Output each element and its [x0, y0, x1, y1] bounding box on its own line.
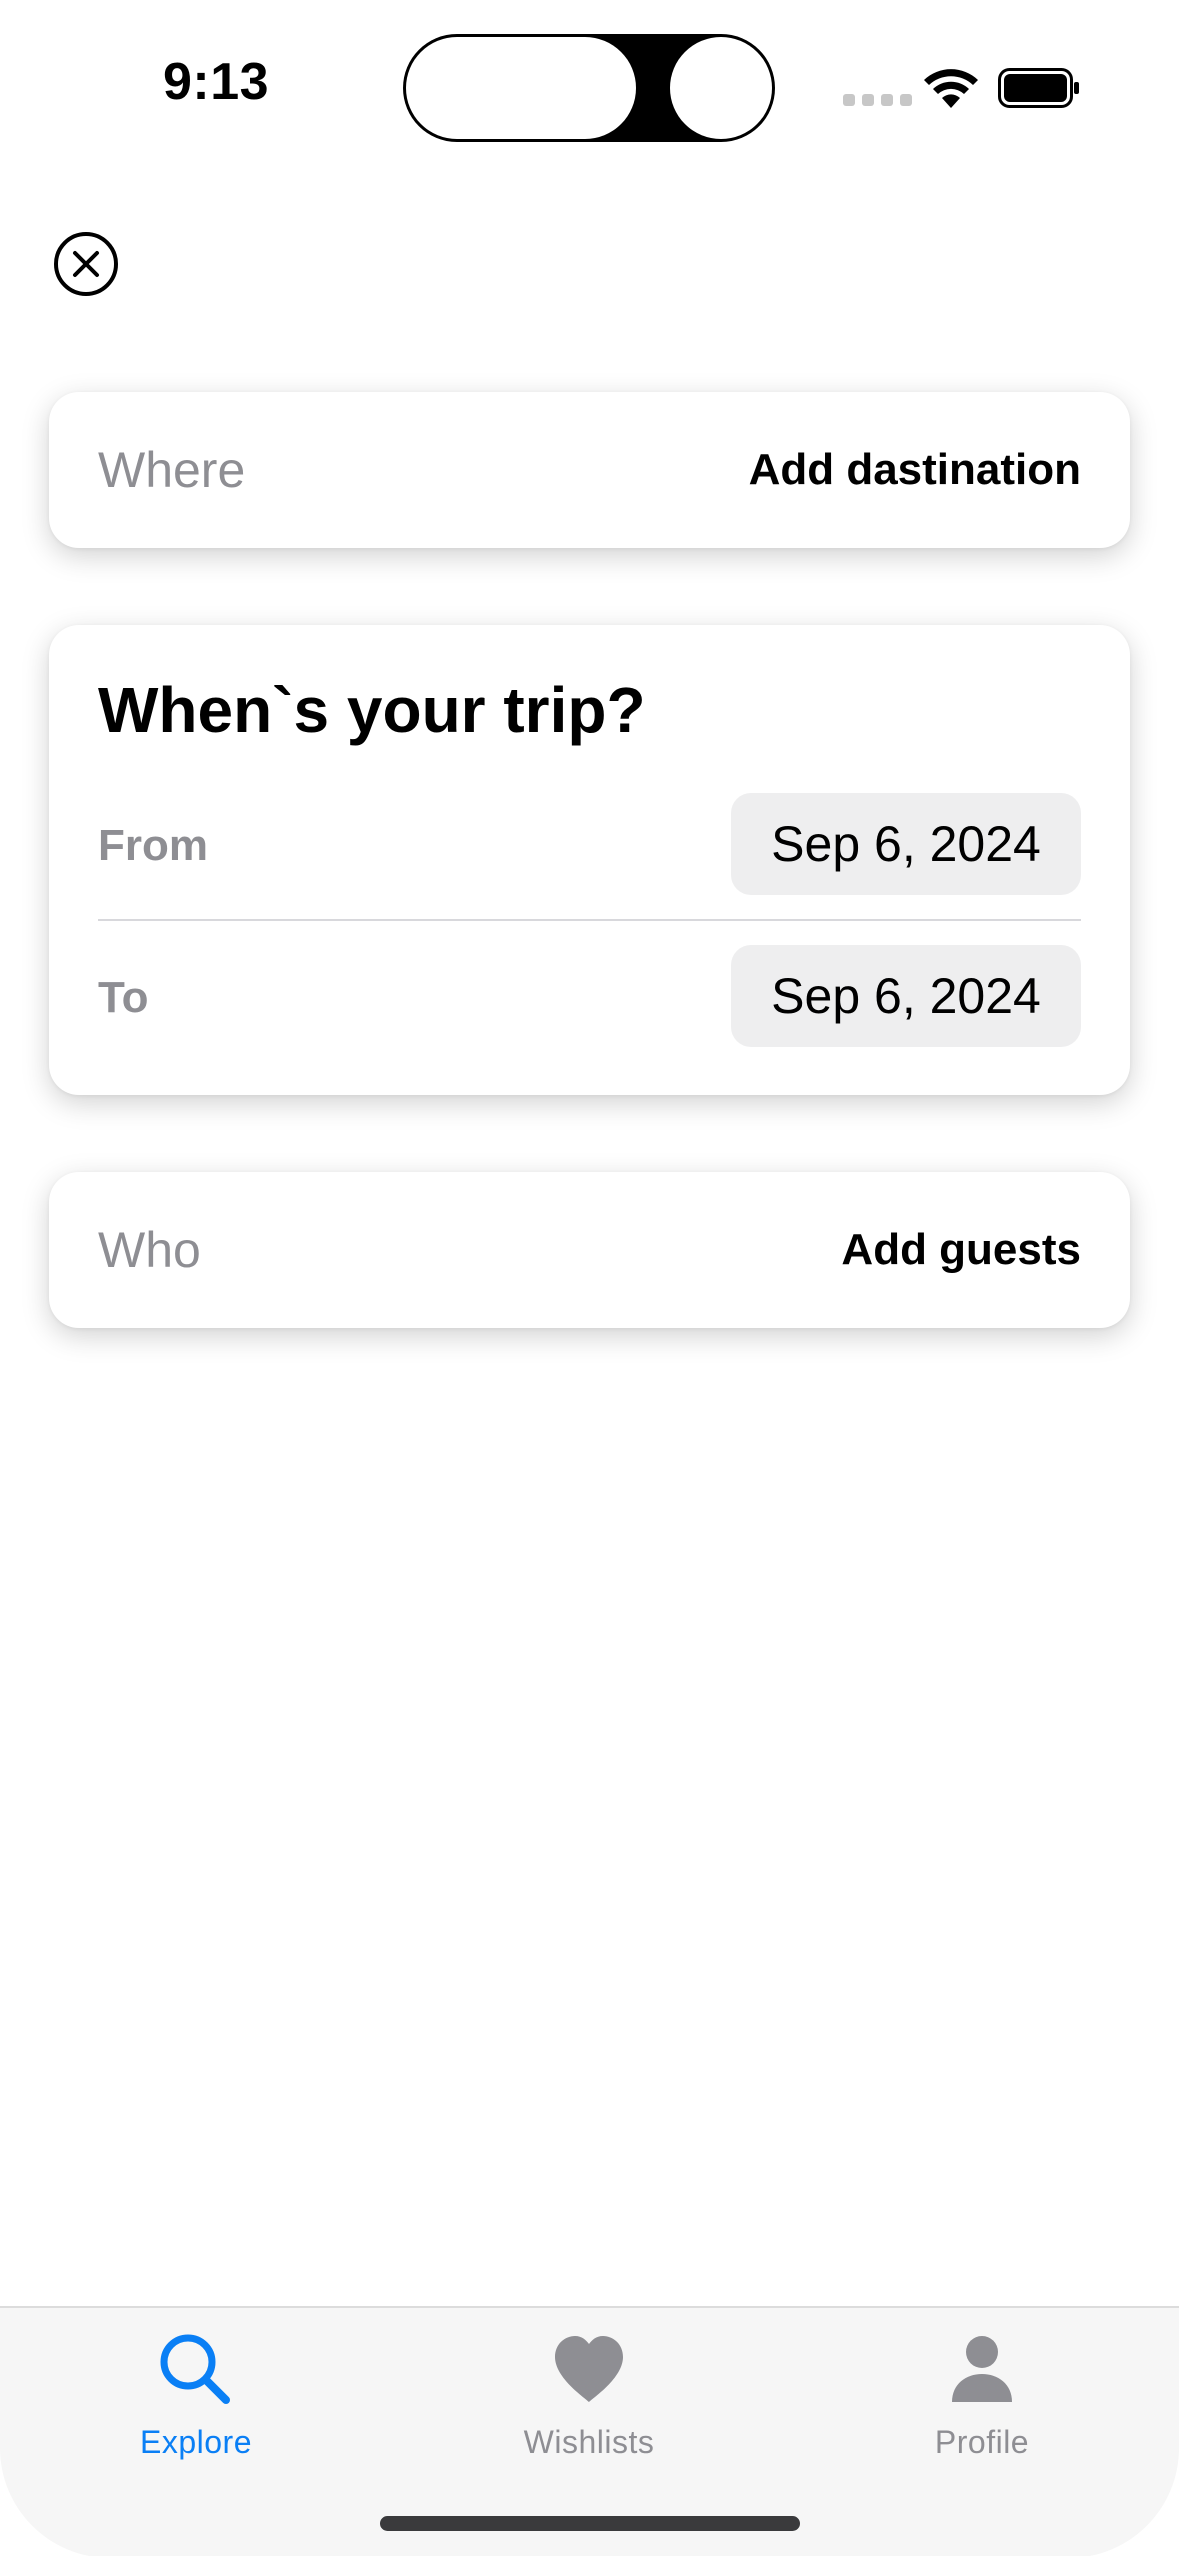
from-label: From	[98, 821, 208, 870]
tab-profile-label: Profile	[934, 2424, 1030, 2460]
heart-icon	[555, 2336, 623, 2402]
add-destination-button[interactable]: Add dastination	[749, 445, 1081, 495]
when-card: When`s your trip? From Sep 6, 2024 To Se…	[49, 625, 1130, 1095]
search-screen: 9:13 Where Add dastination When`s your t…	[0, 0, 1179, 2556]
home-indicator	[380, 2516, 800, 2531]
tab-profile[interactable]: Profile	[872, 2330, 1092, 2480]
who-label: Who	[98, 1222, 201, 1278]
battery-icon	[998, 68, 1079, 108]
when-title: When`s your trip?	[98, 674, 646, 746]
cellular-signal-icon	[843, 94, 912, 106]
to-date-picker[interactable]: Sep 6, 2024	[731, 945, 1081, 1047]
from-date-picker[interactable]: Sep 6, 2024	[731, 793, 1081, 895]
tab-wishlists-label: Wishlists	[523, 2424, 655, 2460]
divider	[98, 919, 1081, 921]
who-card[interactable]: Who Add guests	[49, 1172, 1130, 1328]
person-icon	[952, 2336, 1012, 2402]
island-left-pill	[406, 37, 636, 139]
close-circle-icon[interactable]	[53, 231, 119, 297]
tab-explore-label: Explore	[140, 2424, 252, 2460]
dynamic-island	[403, 34, 775, 142]
island-right-pill	[670, 37, 772, 139]
search-icon	[160, 2334, 230, 2404]
tab-wishlists[interactable]: Wishlists	[479, 2330, 699, 2480]
where-label: Where	[98, 442, 246, 498]
status-time: 9:13	[163, 53, 270, 111]
to-label: To	[98, 973, 149, 1022]
tab-explore[interactable]: Explore	[86, 2330, 306, 2480]
add-guests-button[interactable]: Add guests	[841, 1225, 1081, 1275]
wifi-icon	[924, 69, 978, 108]
where-card[interactable]: Where Add dastination	[49, 392, 1130, 548]
